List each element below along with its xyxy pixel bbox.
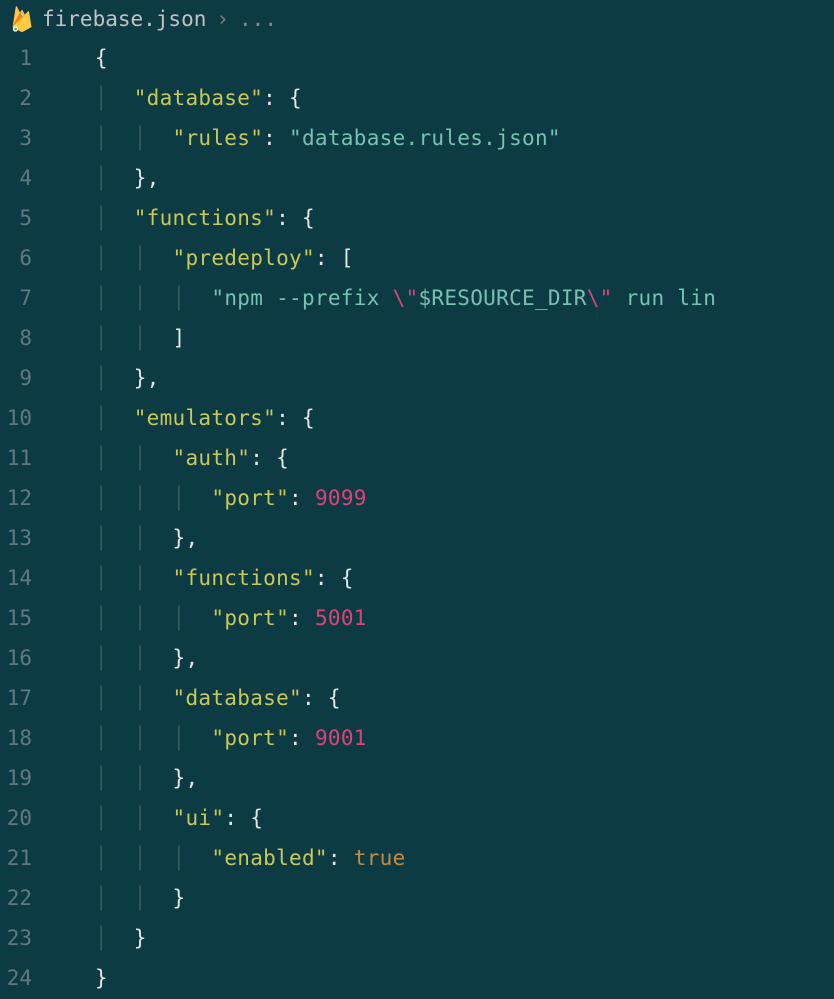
code-line[interactable]: 4 │ },	[0, 158, 834, 198]
code-content[interactable]: │ │ },	[56, 766, 198, 790]
code-content[interactable]: │ │ }	[56, 886, 185, 910]
code-line[interactable]: 5 │ "functions": {	[0, 198, 834, 238]
line-number: 9	[0, 366, 56, 390]
code-content[interactable]: │ │ ]	[56, 326, 185, 350]
code-line[interactable]: 16 │ │ },	[0, 638, 834, 678]
code-content[interactable]: │ │ │ "enabled": true	[56, 846, 406, 870]
line-number: 2	[0, 86, 56, 110]
code-line[interactable]: 18 │ │ │ "port": 9001	[0, 718, 834, 758]
line-number: 17	[0, 686, 56, 710]
code-line[interactable]: 2 │ "database": {	[0, 78, 834, 118]
code-content[interactable]: │ },	[56, 166, 160, 190]
code-content[interactable]: │ │ "functions": {	[56, 566, 354, 590]
code-line[interactable]: 17 │ │ "database": {	[0, 678, 834, 718]
code-line[interactable]: 12 │ │ │ "port": 9099	[0, 478, 834, 518]
line-number: 22	[0, 886, 56, 910]
code-content[interactable]: │ │ "database": {	[56, 686, 341, 710]
line-number: 21	[0, 846, 56, 870]
breadcrumb-separator: ›	[216, 7, 229, 31]
code-line[interactable]: 7 │ │ │ "npm --prefix \"$RESOURCE_DIR\" …	[0, 278, 834, 318]
code-line[interactable]: 15 │ │ │ "port": 5001	[0, 598, 834, 638]
code-content[interactable]: │ │ "rules": "database.rules.json"	[56, 126, 561, 150]
line-number: 13	[0, 526, 56, 550]
code-content[interactable]: {	[56, 46, 108, 70]
code-content[interactable]: │ │ },	[56, 526, 198, 550]
line-number: 19	[0, 766, 56, 790]
code-content[interactable]: │ │ "auth": {	[56, 446, 289, 470]
line-number: 5	[0, 206, 56, 230]
line-number: 15	[0, 606, 56, 630]
breadcrumb[interactable]: firebase.json › ...	[0, 0, 834, 38]
line-number: 14	[0, 566, 56, 590]
code-line[interactable]: 3 │ │ "rules": "database.rules.json"	[0, 118, 834, 158]
line-number: 23	[0, 926, 56, 950]
line-number: 18	[0, 726, 56, 750]
code-line[interactable]: 14 │ │ "functions": {	[0, 558, 834, 598]
code-content[interactable]: │ "functions": {	[56, 206, 315, 230]
code-line[interactable]: 1 {	[0, 38, 834, 78]
firebase-icon	[12, 6, 32, 32]
code-line[interactable]: 10 │ "emulators": {	[0, 398, 834, 438]
line-number: 7	[0, 286, 56, 310]
line-number: 24	[0, 966, 56, 990]
line-number: 20	[0, 806, 56, 830]
line-number: 6	[0, 246, 56, 270]
code-line[interactable]: 9 │ },	[0, 358, 834, 398]
code-content[interactable]: │ │ │ "port": 9099	[56, 486, 367, 510]
line-number: 1	[0, 46, 56, 70]
code-line[interactable]: 8 │ │ ]	[0, 318, 834, 358]
breadcrumb-file[interactable]: firebase.json	[42, 7, 206, 31]
code-line[interactable]: 11 │ │ "auth": {	[0, 438, 834, 478]
code-content[interactable]: │ "database": {	[56, 86, 302, 110]
code-line[interactable]: 13 │ │ },	[0, 518, 834, 558]
code-content[interactable]: │ │ "predeploy": [	[56, 246, 354, 270]
code-content[interactable]: │ },	[56, 366, 160, 390]
code-line[interactable]: 21 │ │ │ "enabled": true	[0, 838, 834, 878]
breadcrumb-ellipsis[interactable]: ...	[239, 7, 277, 31]
code-editor[interactable]: 1 {2 │ "database": {3 │ │ "rules": "data…	[0, 38, 834, 998]
code-content[interactable]: │ │ │ "port": 5001	[56, 606, 367, 630]
line-number: 12	[0, 486, 56, 510]
line-number: 4	[0, 166, 56, 190]
code-line[interactable]: 22 │ │ }	[0, 878, 834, 918]
code-line[interactable]: 23 │ }	[0, 918, 834, 958]
code-content[interactable]: │ │ │ "npm --prefix \"$RESOURCE_DIR\" ru…	[56, 286, 716, 310]
code-content[interactable]: │ │ │ "port": 9001	[56, 726, 367, 750]
code-content[interactable]: │ "emulators": {	[56, 406, 315, 430]
code-content[interactable]: }	[56, 966, 108, 990]
line-number: 3	[0, 126, 56, 150]
code-line[interactable]: 6 │ │ "predeploy": [	[0, 238, 834, 278]
code-content[interactable]: │ }	[56, 926, 147, 950]
line-number: 11	[0, 446, 56, 470]
code-line[interactable]: 24 }	[0, 958, 834, 998]
code-content[interactable]: │ │ "ui": {	[56, 806, 263, 830]
line-number: 10	[0, 406, 56, 430]
code-line[interactable]: 20 │ │ "ui": {	[0, 798, 834, 838]
line-number: 8	[0, 326, 56, 350]
code-content[interactable]: │ │ },	[56, 646, 198, 670]
line-number: 16	[0, 646, 56, 670]
code-line[interactable]: 19 │ │ },	[0, 758, 834, 798]
